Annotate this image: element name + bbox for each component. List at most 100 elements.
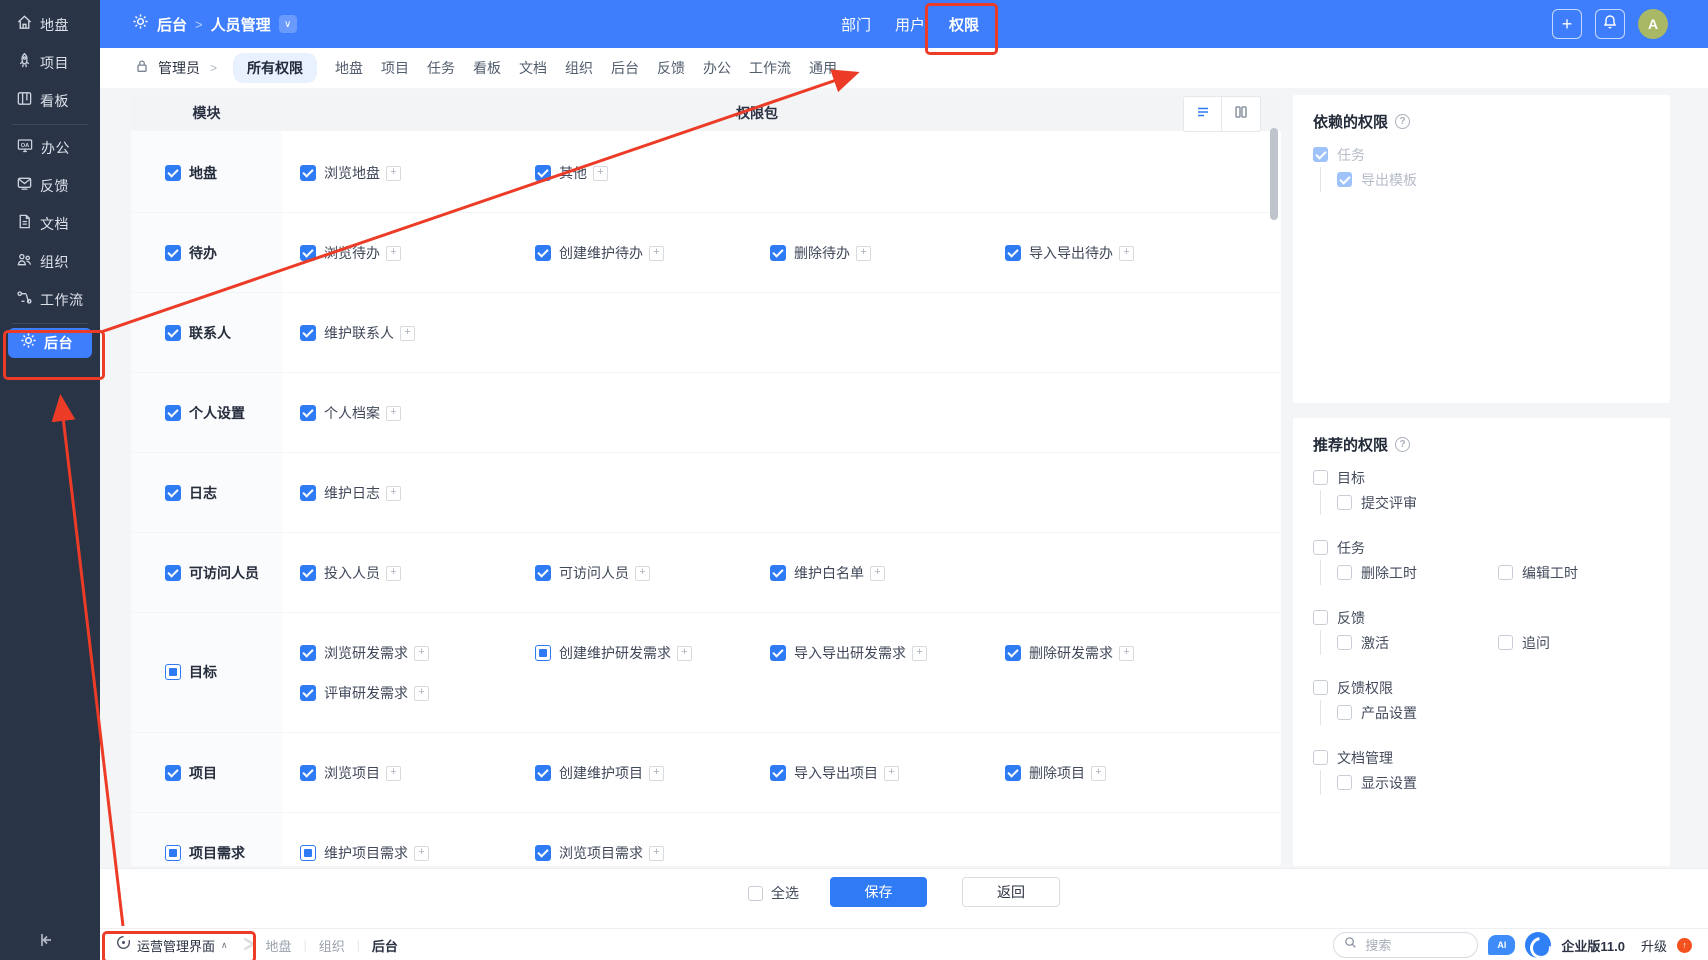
tree-checkbox-激活[interactable] [1337,635,1352,650]
help-icon[interactable]: ? [1395,437,1410,452]
permission-checkbox-浏览地盘[interactable] [300,165,316,181]
sidebar-item-工作流[interactable]: 工作流 [0,281,100,319]
column-view-button[interactable] [1221,96,1261,132]
tree-checkbox-反馈权限[interactable] [1313,680,1328,695]
permission-checkbox-可访问人员[interactable] [535,565,551,581]
module-checkbox-地盘[interactable] [165,165,181,181]
permission-tab-项目[interactable]: 项目 [381,53,409,83]
permission-checkbox-浏览项目[interactable] [300,765,316,781]
expand-plus-icon[interactable]: + [912,646,927,661]
permission-tab-办公[interactable]: 办公 [703,53,731,83]
permission-checkbox-浏览项目需求[interactable] [535,845,551,861]
status-crumb-组织[interactable]: 组织 [319,936,345,955]
expand-plus-icon[interactable]: + [635,566,650,581]
help-icon[interactable]: ? [1395,114,1410,129]
breadcrumb-root[interactable]: 后台 [157,14,187,35]
expand-plus-icon[interactable]: + [414,846,429,861]
sidebar-item-办公[interactable]: OA办公 [0,129,100,167]
tree-checkbox-追问[interactable] [1498,635,1513,650]
sidebar-item-看板[interactable]: 看板 [0,82,100,120]
notifications-button[interactable] [1595,9,1625,39]
module-checkbox-联系人[interactable] [165,325,181,341]
tree-checkbox-编辑工时[interactable] [1498,565,1513,580]
tree-checkbox-产品设置[interactable] [1337,705,1352,720]
header-tab-用户[interactable]: 用户 [895,14,925,35]
expand-plus-icon[interactable]: + [386,766,401,781]
permission-tab-任务[interactable]: 任务 [427,53,455,83]
permission-checkbox-删除研发需求[interactable] [1005,645,1021,661]
header-tab-权限[interactable]: 权限 [949,14,979,35]
permission-tab-文档[interactable]: 文档 [519,53,547,83]
list-view-button[interactable] [1183,96,1223,132]
module-checkbox-个人设置[interactable] [165,405,181,421]
permission-checkbox-删除待办[interactable] [770,245,786,261]
tree-checkbox-提交评审[interactable] [1337,495,1352,510]
expand-plus-icon[interactable]: + [1119,246,1134,261]
tree-checkbox-显示设置[interactable] [1337,775,1352,790]
expand-plus-icon[interactable]: + [414,686,429,701]
module-checkbox-项目需求[interactable] [165,845,181,861]
avatar[interactable]: A [1638,9,1668,39]
permission-checkbox-维护项目需求[interactable] [300,845,316,861]
permission-checkbox-浏览研发需求[interactable] [300,645,316,661]
module-checkbox-待办[interactable] [165,245,181,261]
search-input[interactable] [1363,937,1467,954]
permission-checkbox-评审研发需求[interactable] [300,685,316,701]
sidebar-item-组织[interactable]: 组织 [0,243,100,281]
tree-checkbox-删除工时[interactable] [1337,565,1352,580]
role-label[interactable]: 管理员 [158,58,200,78]
expand-plus-icon[interactable]: + [593,166,608,181]
expand-plus-icon[interactable]: + [386,486,401,501]
tree-checkbox-目标[interactable] [1313,470,1328,485]
expand-plus-icon[interactable]: + [870,566,885,581]
permission-checkbox-删除项目[interactable] [1005,765,1021,781]
permission-checkbox-导入导出研发需求[interactable] [770,645,786,661]
permission-tab-地盘[interactable]: 地盘 [335,53,363,83]
permission-checkbox-创建维护项目[interactable] [535,765,551,781]
permission-tab-工作流[interactable]: 工作流 [749,53,791,83]
expand-plus-icon[interactable]: + [414,646,429,661]
header-tab-部门[interactable]: 部门 [841,14,871,35]
tree-checkbox-任务[interactable] [1313,540,1328,555]
sidebar-item-地盘[interactable]: 地盘 [0,6,100,44]
status-crumb-地盘[interactable]: 地盘 [266,936,292,955]
expand-plus-icon[interactable]: + [1091,766,1106,781]
permission-checkbox-投入人员[interactable] [300,565,316,581]
sidebar-item-文档[interactable]: 文档 [0,205,100,243]
permission-checkbox-维护白名单[interactable] [770,565,786,581]
module-checkbox-日志[interactable] [165,485,181,501]
expand-plus-icon[interactable]: + [884,766,899,781]
sidebar-item-后台[interactable]: 后台 [8,328,92,358]
expand-plus-icon[interactable]: + [386,406,401,421]
back-button[interactable]: 返回 [962,877,1060,907]
brand-logo-icon[interactable] [1525,932,1551,958]
expand-plus-icon[interactable]: + [386,166,401,181]
tree-checkbox-反馈[interactable] [1313,610,1328,625]
permission-checkbox-其他[interactable] [535,165,551,181]
expand-plus-icon[interactable]: + [1119,646,1134,661]
expand-plus-icon[interactable]: + [856,246,871,261]
permission-checkbox-导入导出项目[interactable] [770,765,786,781]
collapse-sidebar-button[interactable] [36,930,56,950]
module-checkbox-目标[interactable] [165,664,181,680]
ai-assistant-icon[interactable]: AI [1488,935,1515,955]
save-button[interactable]: 保存 [830,877,927,907]
permission-checkbox-导入导出待办[interactable] [1005,245,1021,261]
add-button[interactable]: + [1552,9,1582,39]
expand-plus-icon[interactable]: + [649,246,664,261]
expand-plus-icon[interactable]: + [677,646,692,661]
upgrade-link[interactable]: 升级 [1641,936,1667,955]
search-box[interactable] [1333,932,1478,958]
permission-tab-看板[interactable]: 看板 [473,53,501,83]
expand-plus-icon[interactable]: + [386,246,401,261]
table-scrollbar[interactable] [1270,128,1278,220]
select-all-checkbox[interactable] [748,886,763,901]
expand-plus-icon[interactable]: + [649,846,664,861]
permission-tab-所有权限[interactable]: 所有权限 [233,53,317,83]
workspace-switcher[interactable]: 运营管理界面 ∧ [112,935,232,955]
permission-checkbox-维护联系人[interactable] [300,325,316,341]
permission-checkbox-浏览待办[interactable] [300,245,316,261]
permission-tab-通用[interactable]: 通用 [809,53,837,83]
permission-checkbox-创建维护待办[interactable] [535,245,551,261]
module-checkbox-项目[interactable] [165,765,181,781]
